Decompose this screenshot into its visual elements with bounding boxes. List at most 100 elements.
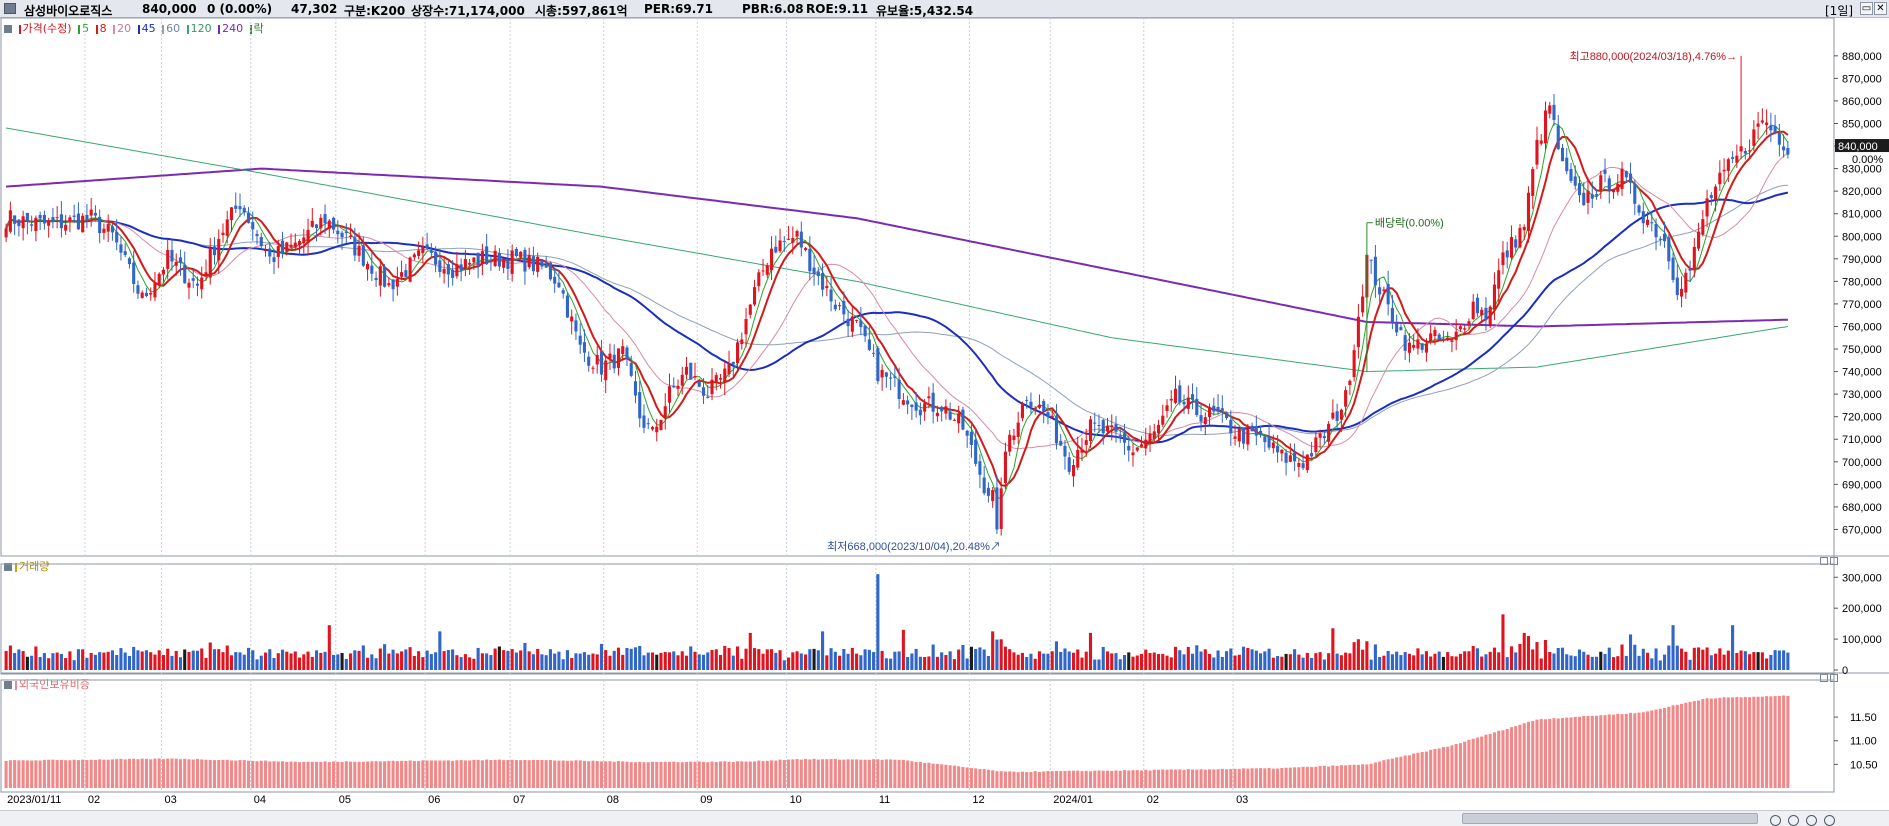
volume-bar bbox=[344, 658, 348, 670]
candle-body bbox=[1603, 169, 1607, 174]
candle-body bbox=[599, 351, 604, 375]
stock-chart[interactable]: 2023/01/11 02 03 04 05 06 07 08 09 10 11 12 2024/01 0… bbox=[0, 0, 1889, 810]
foreign-bar bbox=[1314, 766, 1318, 788]
foreign-bar bbox=[1480, 736, 1484, 788]
candle-body bbox=[561, 290, 565, 294]
candle-body bbox=[1492, 284, 1497, 310]
foreign-bar bbox=[1242, 768, 1246, 788]
foreign-bar bbox=[748, 761, 752, 788]
candle-body bbox=[1654, 224, 1658, 238]
volume-bar bbox=[1029, 653, 1033, 670]
candle-body bbox=[1420, 343, 1424, 350]
candle-body bbox=[1786, 147, 1790, 155]
volume-bar bbox=[502, 650, 506, 670]
zoom-fit-icon[interactable] bbox=[1824, 815, 1835, 826]
candle-body bbox=[55, 217, 59, 219]
volume-bar bbox=[1263, 651, 1267, 670]
volume-bar bbox=[1586, 654, 1590, 670]
foreign-bar bbox=[833, 758, 837, 788]
volume-bar bbox=[434, 652, 438, 670]
foreign-bar bbox=[1020, 771, 1024, 788]
candle-body bbox=[1777, 132, 1781, 145]
zoom-out-icon[interactable] bbox=[1788, 815, 1799, 826]
candle-body bbox=[1480, 309, 1484, 316]
volume-bar bbox=[672, 651, 676, 670]
volume-bar bbox=[1786, 652, 1790, 670]
high-annotation: 최고880,000(2024/03/18),4.76%→ bbox=[1569, 50, 1737, 63]
volume-bar bbox=[676, 655, 680, 670]
candle-body bbox=[536, 256, 540, 272]
zoom-in-icon[interactable] bbox=[1770, 815, 1781, 826]
foreign-bar bbox=[1029, 771, 1033, 788]
candle-body bbox=[752, 287, 757, 305]
foreign-bar bbox=[672, 761, 676, 788]
candle-body bbox=[906, 400, 910, 405]
foreign-bar bbox=[221, 759, 225, 788]
candle-body bbox=[540, 260, 544, 267]
foreign-bar bbox=[480, 760, 484, 788]
volume-bar bbox=[757, 649, 761, 670]
horizontal-scrollbar[interactable] bbox=[0, 810, 1889, 826]
volume-bar bbox=[1641, 648, 1645, 670]
foreign-bar bbox=[204, 759, 208, 788]
volume-bar bbox=[1458, 653, 1462, 670]
candle-body bbox=[391, 279, 395, 290]
volume-bar bbox=[89, 652, 93, 670]
volume-bar bbox=[604, 650, 608, 670]
foreign-bar bbox=[149, 759, 153, 788]
volume-bar bbox=[940, 652, 944, 670]
candle-body bbox=[212, 246, 217, 256]
foreign-bar bbox=[906, 760, 910, 788]
candle-body bbox=[1378, 287, 1382, 295]
candle-body bbox=[438, 260, 442, 272]
foreign-bar bbox=[944, 764, 948, 788]
candle-body bbox=[153, 283, 157, 298]
foreign-bar bbox=[178, 759, 183, 788]
candle-body bbox=[1110, 425, 1114, 428]
volume-bar bbox=[765, 649, 769, 670]
volume-bar bbox=[893, 651, 897, 670]
volume-bar bbox=[595, 654, 599, 670]
foreign-bar bbox=[89, 759, 93, 788]
candle-body bbox=[795, 231, 799, 237]
candle-body bbox=[595, 354, 599, 365]
candle-body bbox=[59, 214, 63, 229]
candle-body bbox=[612, 354, 616, 369]
candle-body bbox=[1237, 428, 1241, 442]
foreign-bar bbox=[1497, 730, 1501, 788]
volume-bar bbox=[1412, 655, 1416, 670]
candle-body bbox=[421, 246, 425, 254]
candle-body bbox=[927, 396, 931, 399]
foreign-bar bbox=[638, 761, 642, 788]
volume-bar bbox=[948, 651, 952, 670]
foreign-bar bbox=[1441, 747, 1445, 788]
foreign-bar bbox=[821, 759, 825, 788]
foreign-bar bbox=[1161, 769, 1165, 788]
candle-body bbox=[506, 259, 510, 269]
zoom-reset-icon[interactable] bbox=[1806, 815, 1817, 826]
volume-bar bbox=[1718, 648, 1722, 670]
volume-bar bbox=[276, 653, 280, 670]
volume-bar bbox=[1246, 647, 1250, 670]
candle-body bbox=[663, 406, 667, 418]
foreign-bar bbox=[21, 760, 25, 788]
y-tick-label: 820,000 bbox=[1842, 186, 1882, 198]
foreign-bar bbox=[1250, 768, 1254, 788]
scroll-thumb[interactable] bbox=[1462, 813, 1758, 824]
foreign-bar bbox=[102, 759, 106, 788]
candle-body bbox=[1522, 226, 1526, 231]
foreign-bar bbox=[991, 770, 995, 788]
candle-body bbox=[1305, 454, 1309, 471]
foreign-bar bbox=[387, 760, 391, 788]
volume-bar bbox=[1748, 654, 1752, 670]
foreign-bar bbox=[17, 760, 21, 788]
volume-bar bbox=[1318, 652, 1322, 670]
candle-body bbox=[714, 375, 718, 382]
foreign-bar bbox=[1263, 768, 1267, 788]
foreign-bar bbox=[599, 761, 604, 788]
foreign-bar bbox=[684, 762, 689, 788]
candle-body bbox=[961, 409, 965, 430]
candle-body bbox=[136, 285, 140, 294]
candle-body bbox=[280, 240, 285, 253]
foreign-bar bbox=[1254, 768, 1258, 788]
